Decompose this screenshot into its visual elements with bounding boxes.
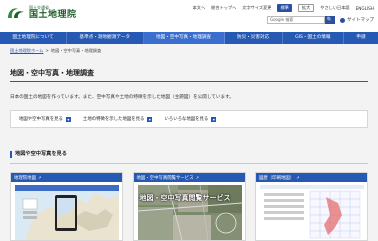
breadcrumb-separator: > xyxy=(45,48,49,53)
card-title-text: 地理院地図 xyxy=(14,176,36,181)
search-icon: 🔍 xyxy=(326,17,334,23)
arrow-down-icon: ▾ xyxy=(65,116,71,122)
quick-link-label: 地図や空中写真を見る xyxy=(19,117,63,122)
nav-item-disaster[interactable]: 防災・災害対応 xyxy=(225,32,283,44)
site-header: 国土交通省 国土地理院 本文へ 総合トップへ 文字サイズ変更 標準 拡大 やさし… xyxy=(0,0,378,32)
english-link[interactable]: ENGLISH xyxy=(356,6,374,11)
breadcrumb-current: 地図・空中写真・地理調査 xyxy=(50,48,102,53)
external-link-icon: ↗ xyxy=(37,175,42,180)
card-title-text: 地図・空中写真閲覧サービス xyxy=(136,176,194,181)
utility-links: 本文へ 総合トップへ 文字サイズ変更 標準 拡大 やさしい日本語 ENGLISH xyxy=(187,4,374,12)
font-size-standard-button[interactable]: 標準 xyxy=(277,4,292,12)
nav-item-application[interactable]: 申請 xyxy=(344,32,378,44)
breadcrumb: 国土地理院ホーム > 地図・空中写真・地理調査 xyxy=(10,48,101,54)
quick-links-box: 地図や空中写真を見る ▾ 土地の特徴を示した地図を見る ▾ いろいろな地図を見る ▾ xyxy=(10,110,368,128)
card-map-photo-service[interactable]: 地図・空中写真閲覧サービス ↗ 地図・空中写真閲覧サービス xyxy=(132,172,246,241)
search-input[interactable]: Google 検索 xyxy=(267,16,325,24)
card-thumbnail-gsi-maps xyxy=(15,185,119,240)
arrow-down-icon: ▾ xyxy=(147,116,153,122)
sitemap-link[interactable]: サイトマップ xyxy=(340,17,374,23)
font-size-label: 文字サイズ変更 xyxy=(242,5,272,10)
external-link-icon: ↗ xyxy=(195,175,199,180)
search-row: Google 検索 🔍 サイトマップ xyxy=(267,16,374,24)
quick-link-label: 土地の特徴を示した地図を見る xyxy=(82,117,145,122)
sitemap-label: サイトマップ xyxy=(347,18,374,23)
card-title: 地図・空中写真閲覧サービス ↗ xyxy=(133,173,245,182)
section-heading: 地図や空中写真を見る xyxy=(10,151,67,158)
arrow-down-icon: ▾ xyxy=(211,116,217,122)
skip-to-content-link[interactable]: 本文へ xyxy=(193,5,206,11)
card-thumbnail-map-history xyxy=(260,185,364,240)
nav-item-gis[interactable]: GIS・国土の情報 xyxy=(283,32,344,44)
nav-item-maps-photos[interactable]: 地図・空中写真・地理調査 xyxy=(143,32,225,44)
external-link-icon: ↗ xyxy=(296,175,300,180)
nav-item-geodetic-data[interactable]: 基準点・測地観測データ xyxy=(67,32,144,44)
global-nav: 国土地理院について 基準点・測地観測データ 地図・空中写真・地理調査 防災・災害… xyxy=(0,32,378,44)
gsi-logo[interactable]: 国土交通省 国土地理院 xyxy=(6,6,77,20)
easy-japanese-link[interactable]: やさしい日本語 xyxy=(320,5,349,11)
portal-top-link[interactable]: 総合トップへ xyxy=(211,5,236,11)
card-title: 図歴（印刷地図） ↗ xyxy=(256,173,367,182)
gsi-logo-mark-icon xyxy=(6,6,26,20)
quick-link-view-maps[interactable]: 地図や空中写真を見る ▾ xyxy=(19,116,71,122)
sitemap-icon xyxy=(340,17,345,23)
card-overlay-title: 地図・空中写真閲覧サービス xyxy=(139,194,231,202)
page-title: 地図・空中写真・地理調査 xyxy=(10,69,94,77)
font-size-large-button[interactable]: 拡大 xyxy=(297,4,315,12)
card-gsi-maps[interactable]: 地理院地図 ↗ xyxy=(10,172,123,241)
search-button[interactable]: 🔍 xyxy=(325,16,335,24)
logo-agency-text: 国土地理院 xyxy=(29,10,77,20)
quick-link-thematic-maps[interactable]: 土地の特徴を示した地図を見る ▾ xyxy=(82,116,153,122)
card-title: 地理院地図 ↗ xyxy=(11,173,122,182)
quick-link-label: いろいろな地図を見る xyxy=(164,117,209,122)
title-divider xyxy=(10,81,368,82)
section-divider xyxy=(10,163,368,164)
page-lead-text: 日本の国土の地図を作っています。また、空中写真や土地の特徴を示した地図（主題図）… xyxy=(10,95,234,100)
card-map-history[interactable]: 図歴（印刷地図） ↗ xyxy=(255,172,368,241)
breadcrumb-home-link[interactable]: 国土地理院ホーム xyxy=(10,48,43,53)
nav-item-about[interactable]: 国土地理院について xyxy=(0,32,68,44)
service-cards: 地理院地図 ↗ 地図・空中写真閲覧サービス ↗ 地図・空中写真閲覧サービス 図歴… xyxy=(10,172,368,241)
quick-link-various-maps[interactable]: いろいろな地図を見る ▾ xyxy=(164,116,217,122)
card-title-text: 図歴（印刷地図） xyxy=(259,176,295,181)
